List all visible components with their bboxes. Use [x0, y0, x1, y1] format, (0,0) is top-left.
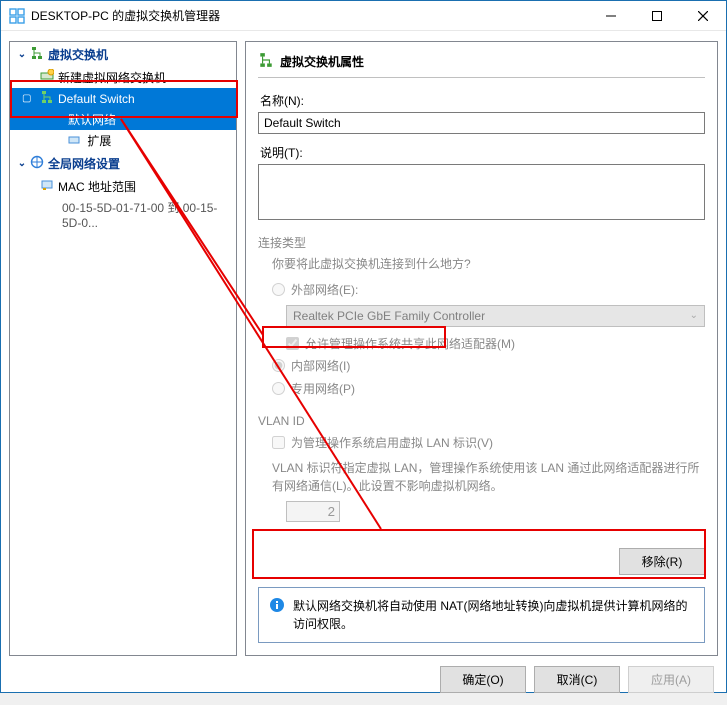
tree-section-global[interactable]: ⌄ 全局网络设置: [10, 151, 236, 176]
vlan-note: VLAN 标识符指定虚拟 LAN，管理操作系统使用该 LAN 通过此网络适配器进…: [258, 453, 705, 501]
name-input[interactable]: [258, 112, 705, 134]
nic-select: Realtek PCIe GbE Family Controller ⌄: [286, 305, 705, 327]
info-icon: [269, 597, 285, 633]
radio-internal: 内部网络(I): [258, 354, 705, 377]
tree-item-mac-range[interactable]: MAC 地址范围: [10, 176, 236, 197]
info-box: 默认网络交换机将自动使用 NAT(网络地址转换)向虚拟机提供计算机网络的访问权限…: [258, 587, 705, 643]
description-label: 说明(T):: [260, 144, 705, 161]
tree-item-mac-range-value: 00-15-5D-01-71-00 到 00-15-5D-0...: [10, 197, 236, 232]
vlan-group: VLAN ID 为管理操作系统启用虚拟 LAN 标识(V) VLAN 标识符指定…: [258, 414, 705, 522]
chevron-down-icon: ⌄: [16, 49, 28, 60]
tree-item-extensions-label: 扩展: [87, 134, 111, 148]
close-button[interactable]: [680, 1, 726, 31]
extension-icon: [68, 134, 80, 149]
chevron-down-icon: ⌄: [16, 158, 28, 169]
globe-icon: [30, 155, 44, 172]
vlan-id-input: [286, 501, 340, 522]
radio-internal-label: 内部网络(I): [291, 357, 350, 374]
tree-item-default-switch-sub[interactable]: 默认网络: [10, 109, 236, 130]
tree-item-default-switch[interactable]: ▢ Default Switch: [10, 88, 236, 109]
dialog-footer: 确定(O) 取消(C) 应用(A): [9, 656, 718, 697]
connection-type-title: 连接类型: [258, 234, 705, 251]
vlan-title: VLAN ID: [258, 414, 705, 428]
nic-icon: [40, 178, 54, 195]
info-text: 默认网络交换机将自动使用 NAT(网络地址转换)向虚拟机提供计算机网络的访问权限…: [293, 597, 694, 633]
titlebar: DESKTOP-PC 的虚拟交换机管理器: [1, 1, 726, 31]
radio-private-label: 专用网络(P): [291, 380, 355, 397]
network-icon: [30, 46, 44, 63]
ok-button[interactable]: 确定(O): [440, 666, 526, 693]
radio-external-label: 外部网络(E):: [291, 281, 358, 298]
tree-item-default-switch-label: Default Switch: [58, 92, 135, 106]
radio-external-input: [272, 283, 285, 296]
radio-internal-input: [272, 359, 285, 372]
remove-row: 移除(R): [258, 548, 705, 575]
tree-item-extensions[interactable]: 扩展: [10, 130, 236, 151]
chevron-down-icon: ⌄: [690, 310, 698, 321]
maximize-button[interactable]: [634, 1, 680, 31]
app-icon: [9, 8, 25, 24]
nic-select-value: Realtek PCIe GbE Family Controller: [293, 309, 485, 323]
name-label: 名称(N):: [260, 92, 705, 109]
new-switch-icon: [40, 69, 54, 86]
tree-section-global-label: 全局网络设置: [48, 155, 120, 172]
tree-item-new-switch-label: 新建虚拟网络交换机: [58, 69, 166, 86]
connection-type-group: 连接类型 你要将此虚拟交换机连接到什么地方? 外部网络(E): Realtek …: [258, 234, 705, 400]
description-input[interactable]: [258, 164, 705, 220]
apply-button[interactable]: 应用(A): [628, 666, 714, 693]
switch-icon: [40, 90, 54, 107]
vlan-enable-check: 为管理操作系统启用虚拟 LAN 标识(V): [258, 432, 705, 453]
tree-item-mac-range-label: MAC 地址范围: [58, 178, 136, 195]
vlan-enable-label: 为管理操作系统启用虚拟 LAN 标识(V): [291, 434, 493, 451]
radio-private-input: [272, 382, 285, 395]
tree-item-default-switch-sub-label: 默认网络: [68, 113, 116, 127]
tree-item-new-switch[interactable]: 新建虚拟网络交换机: [10, 67, 236, 88]
window-title: DESKTOP-PC 的虚拟交换机管理器: [31, 7, 588, 24]
vlan-enable-checkbox: [272, 436, 285, 449]
properties-header: 虚拟交换机属性: [258, 50, 705, 78]
cancel-button[interactable]: 取消(C): [534, 666, 620, 693]
minus-icon: ▢: [22, 93, 34, 104]
radio-external: 外部网络(E):: [258, 278, 705, 301]
properties-title: 虚拟交换机属性: [280, 53, 364, 70]
switch-icon: [258, 52, 274, 71]
minimize-button[interactable]: [588, 1, 634, 31]
allow-mgmt-check: 允许管理操作系统共享此网络适配器(M): [258, 333, 705, 354]
connection-type-prompt: 你要将此虚拟交换机连接到什么地方?: [258, 255, 705, 272]
dialog-body: ⌄ 虚拟交换机 新建虚拟网络交换机 ▢: [1, 31, 726, 705]
allow-mgmt-checkbox: [286, 337, 299, 350]
properties-pane: 虚拟交换机属性 名称(N): 说明(T): 连接类型 你要将此虚拟交换机连接到什…: [245, 41, 718, 656]
tree-pane: ⌄ 虚拟交换机 新建虚拟网络交换机 ▢: [9, 41, 237, 656]
remove-button[interactable]: 移除(R): [619, 548, 705, 575]
allow-mgmt-label: 允许管理操作系统共享此网络适配器(M): [305, 335, 515, 352]
window: DESKTOP-PC 的虚拟交换机管理器 ⌄ 虚拟交换机 新建虚: [0, 0, 727, 693]
tree-section-vswitch-label: 虚拟交换机: [48, 46, 108, 63]
radio-private: 专用网络(P): [258, 377, 705, 400]
tree-section-vswitch[interactable]: ⌄ 虚拟交换机: [10, 42, 236, 67]
